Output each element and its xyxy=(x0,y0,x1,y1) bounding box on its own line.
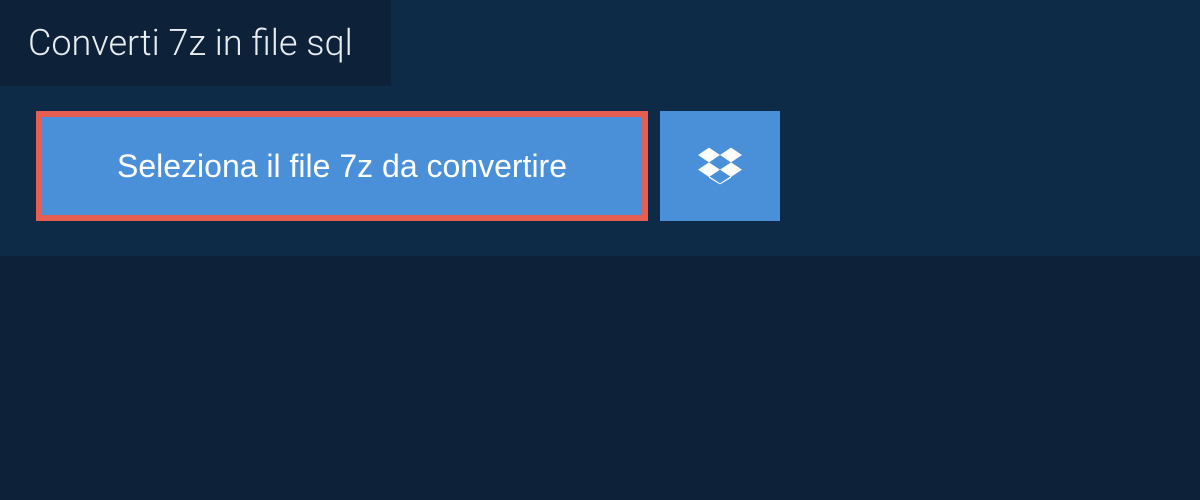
converter-panel: Converti 7z in file sql Seleziona il fil… xyxy=(0,0,1200,256)
page-title-text: Converti 7z in file sql xyxy=(28,22,353,64)
select-file-label: Seleziona il file 7z da convertire xyxy=(117,148,567,185)
select-file-button[interactable]: Seleziona il file 7z da convertire xyxy=(36,111,648,221)
page-title: Converti 7z in file sql xyxy=(0,0,391,86)
dropbox-icon xyxy=(698,144,742,188)
dropbox-button[interactable] xyxy=(660,111,780,221)
action-row: Seleziona il file 7z da convertire xyxy=(0,86,1200,221)
